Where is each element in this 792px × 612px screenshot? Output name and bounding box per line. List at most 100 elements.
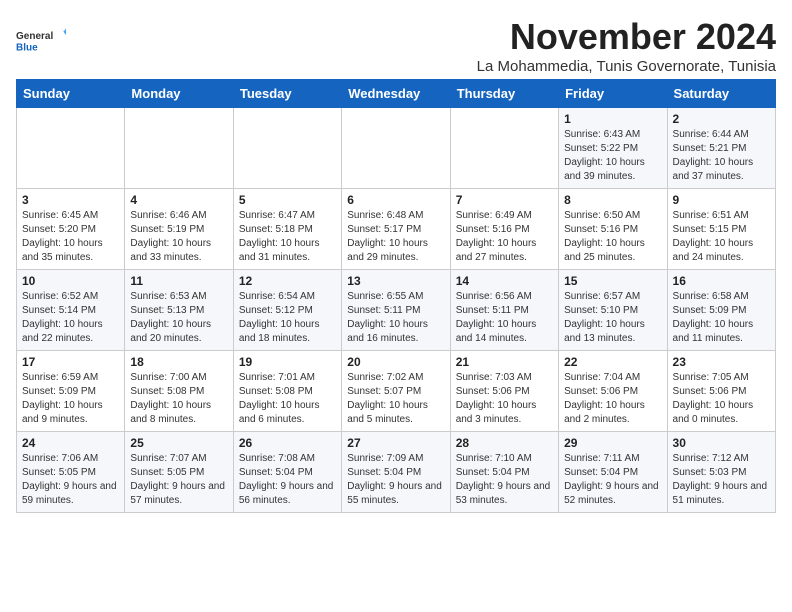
day-info: Sunrise: 7:01 AM Sunset: 5:08 PM Dayligh…: [239, 371, 336, 427]
day-info: Sunrise: 7:08 AM Sunset: 5:04 PM Dayligh…: [239, 452, 336, 508]
day-number: 23: [673, 355, 770, 369]
calendar-cell: 2 Sunrise: 6:44 AM Sunset: 5:21 PM Daylig…: [667, 108, 775, 189]
calendar-cell: 14 Sunrise: 6:56 AM Sunset: 5:11 PM Dayli…: [450, 270, 558, 351]
calendar-cell: 8Sunrise: 6:50 AM Sunset: 5:16 PM Daylig…: [559, 189, 667, 270]
day-number: 18: [130, 355, 227, 369]
day-number: 27: [347, 436, 444, 450]
weekday-header-wednesday: Wednesday: [342, 80, 450, 108]
calendar-cell: 10 Sunrise: 6:52 AM Sunset: 5:14 PM Dayli…: [17, 270, 125, 351]
day-info: Sunrise: 7:11 AM Sunset: 5:04 PM Dayligh…: [564, 452, 661, 508]
weekday-header-thursday: Thursday: [450, 80, 558, 108]
day-number: 6: [347, 193, 444, 207]
day-number: 29: [564, 436, 661, 450]
calendar-cell: 6 Sunrise: 6:48 AM Sunset: 5:17 PM Daylig…: [342, 189, 450, 270]
calendar-cell: 22 Sunrise: 7:04 AM Sunset: 5:06 PM Dayli…: [559, 351, 667, 432]
calendar-cell: 23 Sunrise: 7:05 AM Sunset: 5:06 PM Dayli…: [667, 351, 775, 432]
day-info: Sunrise: 6:50 AM Sunset: 5:16 PM Dayligh…: [564, 209, 661, 265]
svg-text:General: General: [16, 31, 53, 42]
day-info: Sunrise: 6:55 AM Sunset: 5:11 PM Dayligh…: [347, 290, 444, 346]
day-info: Sunrise: 6:56 AM Sunset: 5:11 PM Dayligh…: [456, 290, 553, 346]
weekday-header-monday: Monday: [125, 80, 233, 108]
day-number: 9: [673, 193, 770, 207]
day-number: 17: [22, 355, 119, 369]
calendar-cell: 25 Sunrise: 7:07 AM Sunset: 5:05 PM Dayli…: [125, 432, 233, 513]
calendar-cell: 16 Sunrise: 6:58 AM Sunset: 5:09 PM Dayli…: [667, 270, 775, 351]
calendar-cell: 15 Sunrise: 6:57 AM Sunset: 5:10 PM Dayli…: [559, 270, 667, 351]
day-info: Sunrise: 7:00 AM Sunset: 5:08 PM Dayligh…: [130, 371, 227, 427]
day-info: Sunrise: 6:48 AM Sunset: 5:17 PM Dayligh…: [347, 209, 444, 265]
day-number: 5: [239, 193, 336, 207]
day-number: 16: [673, 274, 770, 288]
day-info: Sunrise: 6:58 AM Sunset: 5:09 PM Dayligh…: [673, 290, 770, 346]
calendar-cell: 5 Sunrise: 6:47 AM Sunset: 5:18 PM Daylig…: [233, 189, 341, 270]
day-info: Sunrise: 6:44 AM Sunset: 5:21 PM Dayligh…: [673, 128, 770, 184]
day-number: 20: [347, 355, 444, 369]
calendar-cell: 4 Sunrise: 6:46 AM Sunset: 5:19 PM Daylig…: [125, 189, 233, 270]
day-info: Sunrise: 6:49 AM Sunset: 5:16 PM Dayligh…: [456, 209, 553, 265]
day-info: Sunrise: 7:12 AM Sunset: 5:03 PM Dayligh…: [673, 452, 770, 508]
calendar-cell: 13Sunrise: 6:55 AM Sunset: 5:11 PM Dayli…: [342, 270, 450, 351]
calendar-cell: 29 Sunrise: 7:11 AM Sunset: 5:04 PM Dayli…: [559, 432, 667, 513]
weekday-header-sunday: Sunday: [17, 80, 125, 108]
day-number: 1: [564, 112, 661, 126]
day-number: 15: [564, 274, 661, 288]
day-info: Sunrise: 6:52 AM Sunset: 5:14 PM Dayligh…: [22, 290, 119, 346]
calendar-cell: 1 Sunrise: 6:43 AM Sunset: 5:22 PM Daylig…: [559, 108, 667, 189]
day-info: Sunrise: 6:45 AM Sunset: 5:20 PM Dayligh…: [22, 209, 119, 265]
weekday-header-saturday: Saturday: [667, 80, 775, 108]
calendar-cell: [450, 108, 558, 189]
day-info: Sunrise: 7:04 AM Sunset: 5:06 PM Dayligh…: [564, 371, 661, 427]
day-info: Sunrise: 6:53 AM Sunset: 5:13 PM Dayligh…: [130, 290, 227, 346]
day-number: 19: [239, 355, 336, 369]
calendar-cell: 28Sunrise: 7:10 AM Sunset: 5:04 PM Dayli…: [450, 432, 558, 513]
day-info: Sunrise: 6:54 AM Sunset: 5:12 PM Dayligh…: [239, 290, 336, 346]
day-info: Sunrise: 7:10 AM Sunset: 5:04 PM Dayligh…: [456, 452, 553, 508]
calendar-cell: [17, 108, 125, 189]
day-info: Sunrise: 7:07 AM Sunset: 5:05 PM Dayligh…: [130, 452, 227, 508]
day-number: 3: [22, 193, 119, 207]
day-number: 14: [456, 274, 553, 288]
day-number: 21: [456, 355, 553, 369]
day-number: 7: [456, 193, 553, 207]
location-title: La Mohammedia, Tunis Governorate, Tunisi…: [477, 58, 776, 75]
month-title: November 2024: [477, 16, 776, 58]
calendar-cell: 9 Sunrise: 6:51 AM Sunset: 5:15 PM Daylig…: [667, 189, 775, 270]
day-info: Sunrise: 7:06 AM Sunset: 5:05 PM Dayligh…: [22, 452, 119, 508]
day-number: 10: [22, 274, 119, 288]
calendar-cell: 27 Sunrise: 7:09 AM Sunset: 5:04 PM Dayli…: [342, 432, 450, 513]
svg-text:Blue: Blue: [16, 42, 38, 53]
weekday-header-friday: Friday: [559, 80, 667, 108]
day-number: 24: [22, 436, 119, 450]
day-number: 4: [130, 193, 227, 207]
day-info: Sunrise: 6:43 AM Sunset: 5:22 PM Dayligh…: [564, 128, 661, 184]
day-info: Sunrise: 7:09 AM Sunset: 5:04 PM Dayligh…: [347, 452, 444, 508]
calendar-cell: 3 Sunrise: 6:45 AM Sunset: 5:20 PM Daylig…: [17, 189, 125, 270]
calendar-cell: 7 Sunrise: 6:49 AM Sunset: 5:16 PM Daylig…: [450, 189, 558, 270]
calendar-cell: 20 Sunrise: 7:02 AM Sunset: 5:07 PM Dayli…: [342, 351, 450, 432]
calendar-cell: [125, 108, 233, 189]
day-info: Sunrise: 6:51 AM Sunset: 5:15 PM Dayligh…: [673, 209, 770, 265]
day-info: Sunrise: 7:05 AM Sunset: 5:06 PM Dayligh…: [673, 371, 770, 427]
day-number: 12: [239, 274, 336, 288]
day-number: 30: [673, 436, 770, 450]
calendar-cell: 17 Sunrise: 6:59 AM Sunset: 5:09 PM Dayli…: [17, 351, 125, 432]
weekday-header-tuesday: Tuesday: [233, 80, 341, 108]
day-info: Sunrise: 6:47 AM Sunset: 5:18 PM Dayligh…: [239, 209, 336, 265]
day-number: 2: [673, 112, 770, 126]
calendar-cell: [233, 108, 341, 189]
calendar-cell: 12 Sunrise: 6:54 AM Sunset: 5:12 PM Dayli…: [233, 270, 341, 351]
day-number: 25: [130, 436, 227, 450]
calendar-cell: 30 Sunrise: 7:12 AM Sunset: 5:03 PM Dayli…: [667, 432, 775, 513]
day-info: Sunrise: 6:57 AM Sunset: 5:10 PM Dayligh…: [564, 290, 661, 346]
calendar-cell: 26 Sunrise: 7:08 AM Sunset: 5:04 PM Dayli…: [233, 432, 341, 513]
calendar-cell: 19 Sunrise: 7:01 AM Sunset: 5:08 PM Dayli…: [233, 351, 341, 432]
day-info: Sunrise: 6:59 AM Sunset: 5:09 PM Dayligh…: [22, 371, 119, 427]
logo: General Blue: [16, 16, 66, 66]
day-number: 26: [239, 436, 336, 450]
calendar-cell: 18 Sunrise: 7:00 AM Sunset: 5:08 PM Dayli…: [125, 351, 233, 432]
day-info: Sunrise: 6:46 AM Sunset: 5:19 PM Dayligh…: [130, 209, 227, 265]
calendar-cell: 21Sunrise: 7:03 AM Sunset: 5:06 PM Dayli…: [450, 351, 558, 432]
calendar-table: SundayMondayTuesdayWednesdayThursdayFrid…: [16, 79, 776, 513]
day-info: Sunrise: 7:02 AM Sunset: 5:07 PM Dayligh…: [347, 371, 444, 427]
day-number: 22: [564, 355, 661, 369]
